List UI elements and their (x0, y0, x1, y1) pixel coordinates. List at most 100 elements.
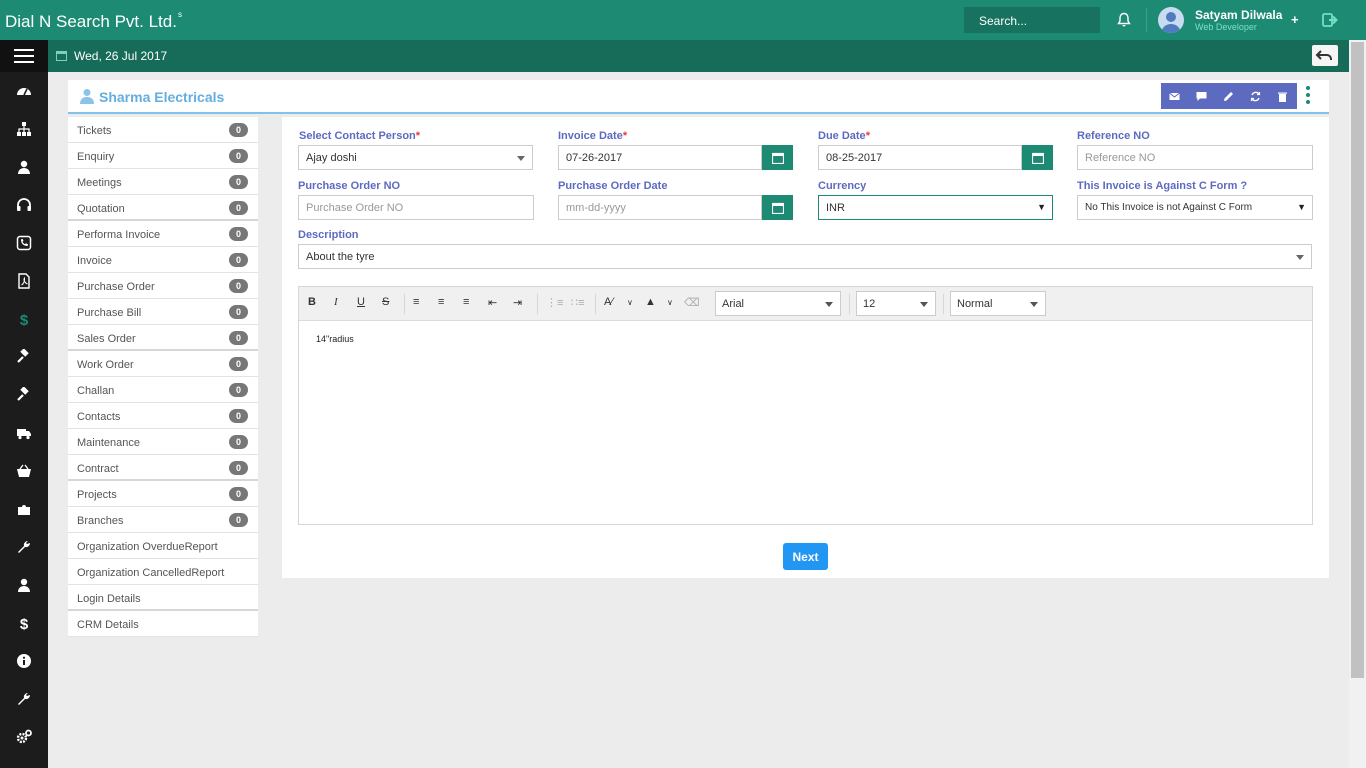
nav-support[interactable] (0, 186, 48, 224)
align-left-icon[interactable]: ≡ (413, 296, 419, 308)
nav-delivery[interactable] (0, 414, 48, 452)
list-item-enquiry[interactable]: Enquiry 0 (68, 143, 258, 169)
nav-profile[interactable] (0, 566, 48, 604)
chevron-down-icon[interactable]: ∨ (627, 298, 633, 307)
current-date: Wed, 26 Jul 2017 (74, 49, 168, 63)
background-color-icon[interactable]: ▲ (645, 296, 656, 308)
bell-icon[interactable] (1116, 12, 1132, 28)
avatar[interactable] (1158, 7, 1184, 33)
unordered-list-icon[interactable]: ∷≡ (571, 296, 584, 309)
list-item-purchase-bill[interactable]: Purchase Bill 0 (68, 299, 258, 325)
po-no-input[interactable]: Purchase Order NO (298, 195, 534, 220)
list-item-cancelled-report[interactable]: Organization CancelledReport (68, 559, 258, 585)
align-center-icon[interactable]: ≡ (438, 296, 444, 308)
nav-plugins[interactable] (0, 490, 48, 528)
invoice-date-label: Invoice Date* (558, 130, 628, 142)
basket-icon (17, 464, 31, 477)
nav-dashboard[interactable] (0, 72, 48, 110)
refresh-button[interactable] (1242, 83, 1269, 109)
user-name[interactable]: Satyam Dilwala (1195, 8, 1282, 22)
rich-text-editor[interactable]: B I U S ≡ ≡ ≡ ⇤ ⇥ ⋮≡ ∷≡ A⁄ ∨ ▲ ∨ ⌫ Arial… (298, 286, 1313, 525)
contact-person-label: Select Contact Person* (299, 130, 421, 142)
due-date-picker-button[interactable] (1022, 145, 1053, 170)
nav-tools[interactable] (0, 528, 48, 566)
po-date-picker-button[interactable] (762, 195, 793, 220)
delete-button[interactable] (1269, 83, 1296, 109)
list-item-branches[interactable]: Branches 0 (68, 507, 258, 533)
nav-sitemap[interactable] (0, 110, 48, 148)
count-badge: 0 (229, 279, 248, 293)
underline-icon[interactable]: U (357, 296, 365, 308)
po-date-input[interactable]: mm-dd-yyyy (558, 195, 762, 220)
reference-no-input[interactable]: Reference NO (1077, 145, 1313, 170)
count-badge: 0 (229, 201, 248, 215)
nav-documents[interactable] (0, 262, 48, 300)
scrollbar-thumb[interactable] (1351, 42, 1364, 678)
due-date-label: Due Date* (818, 130, 870, 142)
list-item-login-details[interactable]: Login Details (68, 585, 258, 611)
logout-icon[interactable] (1322, 11, 1340, 29)
nav-finance-active[interactable]: $ (0, 300, 48, 338)
outdent-icon[interactable]: ⇤ (488, 296, 497, 309)
chevron-down-icon[interactable]: ∨ (667, 298, 673, 307)
nav-tools-2[interactable] (0, 680, 48, 718)
next-button[interactable]: Next (783, 543, 828, 570)
bold-icon[interactable]: B (308, 296, 316, 308)
paragraph-style-select[interactable]: Normal (950, 291, 1046, 316)
nav-info[interactable] (0, 642, 48, 680)
align-right-icon[interactable]: ≡ (463, 296, 469, 308)
po-no-label: Purchase Order NO (298, 180, 401, 192)
list-item-projects[interactable]: Projects 0 (68, 481, 258, 507)
nav-legal-2[interactable] (0, 376, 48, 414)
nav-calls[interactable] (0, 224, 48, 262)
back-button[interactable] (1312, 45, 1338, 66)
list-item-meetings[interactable]: Meetings 0 (68, 169, 258, 195)
clear-format-icon[interactable]: ⌫ (684, 296, 700, 309)
email-button[interactable] (1161, 83, 1188, 109)
plus-icon[interactable]: + (1291, 12, 1299, 27)
nav-payments[interactable]: $ (0, 604, 48, 642)
italic-icon[interactable]: I (334, 296, 338, 308)
list-item-challan[interactable]: Challan 0 (68, 377, 258, 403)
c-form-select[interactable]: No This Invoice is not Against C Form ▼ (1077, 195, 1313, 220)
search-input[interactable]: Search... (964, 7, 1100, 33)
list-item-work-order[interactable]: Work Order 0 (68, 351, 258, 377)
brand-logo[interactable]: Dial N Search Pvt. Ltd.s (5, 10, 182, 32)
more-options-icon[interactable] (1306, 86, 1310, 104)
ordered-list-icon[interactable]: ⋮≡ (546, 296, 563, 309)
action-toolbar (1161, 83, 1297, 109)
list-item-purchase-order[interactable]: Purchase Order 0 (68, 273, 258, 299)
font-family-select[interactable]: Arial (715, 291, 841, 316)
menu-toggle-icon[interactable] (0, 40, 48, 72)
indent-icon[interactable]: ⇥ (513, 296, 522, 309)
edit-button[interactable] (1215, 83, 1242, 109)
due-date-field[interactable]: 08-25-2017 (818, 145, 1022, 170)
list-item-sales-order[interactable]: Sales Order 0 (68, 325, 258, 351)
editor-content[interactable]: 14"radius (316, 334, 354, 344)
comment-button[interactable] (1188, 83, 1215, 109)
invoice-date-field[interactable]: 07-26-2017 (558, 145, 762, 170)
list-item-crm-details[interactable]: CRM Details (68, 611, 258, 637)
currency-select[interactable]: INR ▼ (818, 195, 1053, 220)
nav-store[interactable] (0, 452, 48, 490)
list-item-quotation[interactable]: Quotation 0 (68, 195, 258, 221)
nav-users[interactable] (0, 148, 48, 186)
nav-settings[interactable] (0, 718, 48, 756)
invoice-date-picker-button[interactable] (762, 145, 793, 170)
list-item-invoice[interactable]: Invoice 0 (68, 247, 258, 273)
wrench-icon (18, 692, 31, 705)
font-size-select[interactable]: 12 (856, 291, 936, 316)
list-item-contacts[interactable]: Contacts 0 (68, 403, 258, 429)
contact-person-select[interactable]: Ajay doshi (298, 145, 533, 170)
puzzle-icon (18, 505, 30, 515)
list-item-maintenance[interactable]: Maintenance 0 (68, 429, 258, 455)
list-item-contract[interactable]: Contract 0 (68, 455, 258, 481)
list-item-tickets[interactable]: Tickets 0 (68, 117, 258, 143)
count-badge: 0 (229, 435, 248, 449)
description-select[interactable]: About the tyre (298, 244, 1312, 269)
list-item-performa-invoice[interactable]: Performa Invoice 0 (68, 221, 258, 247)
nav-legal[interactable] (0, 338, 48, 376)
strikethrough-icon[interactable]: S (382, 296, 389, 308)
text-color-icon[interactable]: A⁄ (604, 296, 613, 308)
list-item-overdue-report[interactable]: Organization OverdueReport (68, 533, 258, 559)
